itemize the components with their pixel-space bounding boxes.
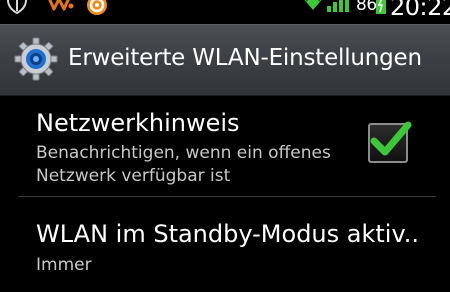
setting-title: WLAN im Standby-Modus aktiv..: [36, 220, 420, 248]
setting-summary: Benachrichtigen, wenn ein offenes Netzwe…: [36, 142, 331, 188]
status-clock: 20:22: [390, 0, 450, 21]
title-bar: Erweiterte WLAN-Einstellungen: [0, 24, 450, 96]
signal-icon: [326, 0, 352, 18]
settings-gear-icon: [14, 37, 58, 85]
setting-title: Netzwerkhinweis: [36, 109, 240, 137]
swirl-app-icon: [86, 0, 108, 20]
page-title: Erweiterte WLAN-Einstellungen: [68, 45, 422, 71]
battery-icon: [376, 0, 386, 18]
setting-network-notification[interactable]: Netzwerkhinweis Benachrichtigen, wenn ei…: [0, 96, 450, 196]
shield-icon: [6, 0, 28, 18]
wifi-icon: [300, 0, 326, 16]
list-divider: [18, 196, 436, 197]
setting-summary: Immer: [36, 255, 92, 275]
setting-summary-line-2: Netzwerk verfügbar ist: [36, 166, 231, 186]
status-bar: 86 20:22: [0, 0, 450, 24]
android-screen: 86 20:22 Erweiterte WLAN-Einstellungen N…: [0, 0, 450, 292]
battery-level-text: 86: [356, 0, 377, 15]
network-notification-checkbox[interactable]: [368, 121, 412, 163]
setting-summary-line-1: Benachrichtigen, wenn ein offenes: [36, 143, 331, 163]
walkman-icon: [48, 0, 74, 16]
setting-wifi-sleep-policy[interactable]: WLAN im Standby-Modus aktiv.. Immer: [0, 198, 450, 292]
checkmark-icon: [368, 119, 414, 165]
